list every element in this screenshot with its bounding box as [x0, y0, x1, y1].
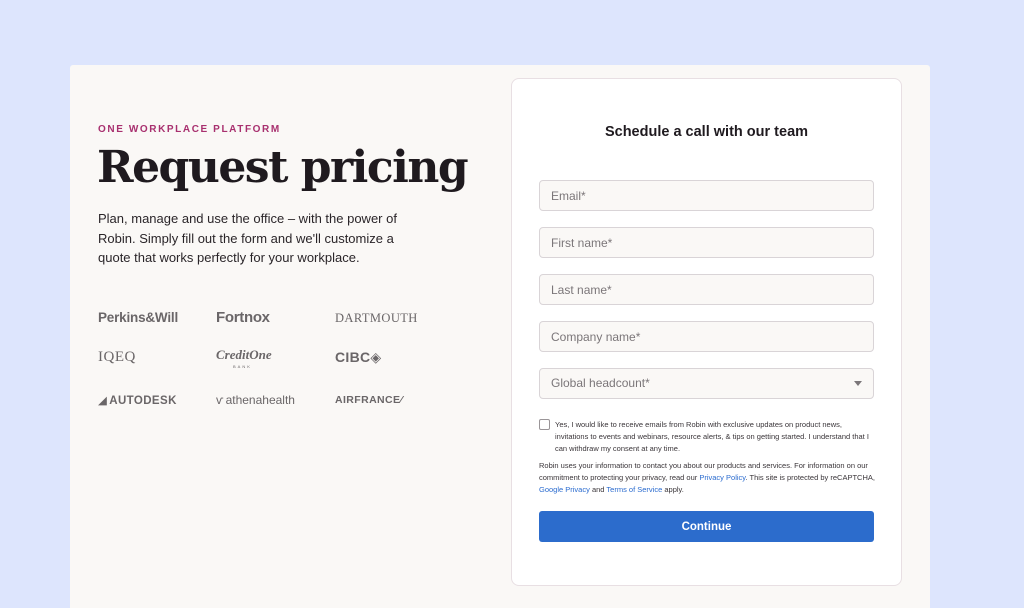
- continue-button[interactable]: Continue: [539, 511, 874, 542]
- autodesk-logo-text: AUTODESK: [109, 395, 177, 407]
- privacy-text-4: apply.: [662, 485, 684, 494]
- terms-of-service-link[interactable]: Terms of Service: [606, 485, 662, 494]
- athenahealth-leaf-icon: ѵ: [216, 393, 224, 407]
- fortnox-logo: Fortnox: [216, 309, 270, 326]
- consent-label: Yes, I would like to receive emails from…: [555, 420, 869, 453]
- autodesk-mark-icon: ◢: [98, 395, 108, 407]
- athenahealth-logo: ѵ athenahealth: [216, 393, 295, 407]
- privacy-notice: Robin uses your information to contact y…: [539, 460, 875, 496]
- pricing-form-card: Schedule a call with our team Global hea…: [511, 78, 902, 586]
- first-name-field[interactable]: [539, 227, 874, 258]
- headcount-select-value: Global headcount*: [551, 376, 650, 390]
- iqeq-logo: IQEQ: [98, 349, 136, 365]
- cibc-logo: CIBC◈: [335, 349, 382, 366]
- headcount-select[interactable]: Global headcount*: [539, 368, 874, 399]
- consent-checkbox[interactable]: [539, 419, 550, 430]
- dartmouth-logo: DARTMOUTH: [335, 311, 418, 325]
- airfrance-logo-text: AIRFRANCE: [335, 394, 401, 406]
- autodesk-logo: ◢ AUTODESK: [98, 393, 177, 407]
- athenahealth-logo-text: athenahealth: [225, 393, 295, 407]
- privacy-text-2: . This site is protected by reCAPTCHA,: [745, 473, 875, 482]
- privacy-policy-link[interactable]: Privacy Policy: [699, 473, 745, 482]
- creditone-logo-subtext: BANK: [233, 364, 252, 369]
- company-name-field[interactable]: [539, 321, 874, 352]
- airfrance-stripe-icon: ⁄: [400, 394, 403, 406]
- chevron-down-icon: [854, 381, 862, 386]
- perkins-will-logo: Perkins&Will: [98, 310, 179, 325]
- cibc-chevron-icon: ◈: [370, 349, 382, 365]
- fortnox-logo-text: Fortnox: [216, 309, 270, 326]
- google-privacy-link[interactable]: Google Privacy: [539, 485, 590, 494]
- eyebrow-label: ONE WORKPLACE PLATFORM: [98, 124, 281, 135]
- cibc-logo-text: CIBC: [335, 349, 371, 365]
- airfrance-logo: AIRFRANCE⁄: [335, 394, 403, 406]
- privacy-text-3: and: [589, 485, 607, 494]
- page-description: Plan, manage and use the office – with t…: [98, 211, 397, 265]
- email-field[interactable]: [539, 180, 874, 211]
- last-name-field[interactable]: [539, 274, 874, 305]
- page-title: Request pricing: [97, 142, 469, 193]
- creditone-logo: CreditOne: [216, 347, 272, 362]
- form-title: Schedule a call with our team: [604, 124, 809, 140]
